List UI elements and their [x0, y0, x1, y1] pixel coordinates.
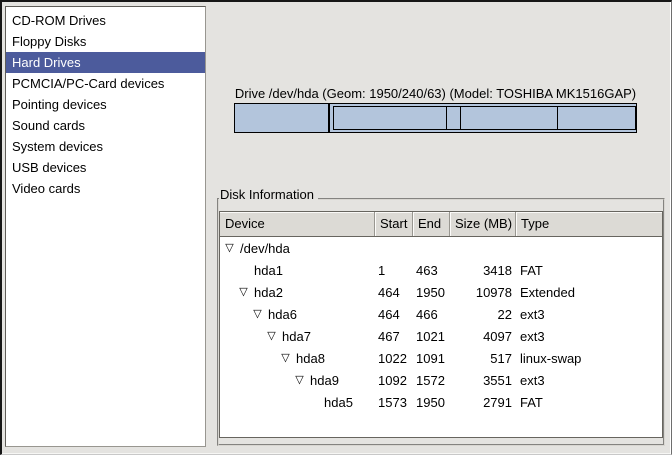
device-name: /dev/hda	[240, 241, 290, 256]
disk-table-body: ▽ /dev/hda ▽ hda1 1 463 3418 FAT ▽ hda2 …	[220, 237, 662, 413]
partition-segment-hda8	[447, 107, 461, 129]
end-cell: 1950	[413, 285, 450, 300]
disk-table-row-dev-hda[interactable]: ▽ /dev/hda	[220, 237, 662, 259]
device-cell: ▽ /dev/hda	[220, 241, 375, 256]
column-header-end[interactable]: End	[413, 212, 450, 236]
partition-segment-hda1	[235, 104, 330, 132]
type-cell: Extended	[516, 285, 662, 300]
sidebar-item-hard-drives[interactable]: Hard Drives	[6, 52, 205, 73]
device-name: hda1	[254, 263, 283, 278]
partition-segment-hda5	[558, 107, 635, 129]
sidebar-item-label: System devices	[12, 139, 103, 154]
end-cell: 463	[413, 263, 450, 278]
start-cell: 1022	[375, 351, 413, 366]
type-cell: ext3	[516, 307, 662, 322]
disk-table-row-hda6[interactable]: ▽ hda6 464 466 22 ext3	[220, 303, 662, 325]
disk-information-frame: Disk Information Device Start End Size (…	[217, 198, 665, 446]
device-name: hda8	[296, 351, 325, 366]
expander-icon[interactable]: ▽	[280, 353, 291, 364]
start-cell: 464	[375, 285, 413, 300]
sidebar-item-label: Video cards	[12, 181, 80, 196]
expander-icon[interactable]: ▽	[266, 331, 277, 342]
hardware-browser-window: CD-ROM Drives Floppy Disks Hard Drives P…	[0, 0, 672, 455]
sidebar-item-label: USB devices	[12, 160, 86, 175]
size-cell: 10978	[450, 285, 516, 300]
expander-icon[interactable]: ▽	[252, 309, 263, 320]
device-name: hda6	[268, 307, 297, 322]
device-name: hda9	[310, 373, 339, 388]
column-header-type[interactable]: Type	[516, 212, 662, 236]
end-cell: 466	[413, 307, 450, 322]
size-cell: 4097	[450, 329, 516, 344]
partition-segment-hda9	[461, 107, 558, 129]
disk-table-row-hda8[interactable]: ▽ hda8 1022 1091 517 linux-swap	[220, 347, 662, 369]
disk-table-row-hda5[interactable]: ▽ hda5 1573 1950 2791 FAT	[220, 391, 662, 413]
size-cell: 22	[450, 307, 516, 322]
end-cell: 1950	[413, 395, 450, 410]
sidebar-item-usb-devices[interactable]: USB devices	[6, 157, 205, 178]
type-cell: FAT	[516, 395, 662, 410]
disk-table: Device Start End Size (MB) Type ▽ /dev/h…	[219, 211, 663, 438]
sidebar-item-cd-rom-drives[interactable]: CD-ROM Drives	[6, 10, 205, 31]
expander-icon[interactable]: ▽	[294, 375, 305, 386]
start-cell: 1	[375, 263, 413, 278]
type-cell: ext3	[516, 373, 662, 388]
sidebar-item-label: PCMCIA/PC-Card devices	[12, 76, 164, 91]
sidebar-item-label: Hard Drives	[12, 55, 81, 70]
type-cell: linux-swap	[516, 351, 662, 366]
sidebar-item-system-devices[interactable]: System devices	[6, 136, 205, 157]
disk-table-row-hda7[interactable]: ▽ hda7 467 1021 4097 ext3	[220, 325, 662, 347]
sidebar-item-label: Floppy Disks	[12, 34, 86, 49]
start-cell: 464	[375, 307, 413, 322]
device-cell: ▽ hda1	[220, 263, 375, 278]
device-cell: ▽ hda8	[220, 351, 375, 366]
logical-partitions	[333, 106, 636, 130]
sidebar-item-pointing-devices[interactable]: Pointing devices	[6, 94, 205, 115]
end-cell: 1091	[413, 351, 450, 366]
device-cell: ▽ hda9	[220, 373, 375, 388]
partition-segment-hda2	[330, 104, 636, 132]
column-header-start[interactable]: Start	[375, 212, 413, 236]
sidebar-item-video-cards[interactable]: Video cards	[6, 178, 205, 199]
drive-title: Drive /dev/hda (Geom: 1950/240/63) (Mode…	[234, 86, 637, 101]
partition-bar	[234, 103, 637, 133]
device-name: hda7	[282, 329, 311, 344]
type-cell: ext3	[516, 329, 662, 344]
size-cell: 517	[450, 351, 516, 366]
device-name: hda5	[324, 395, 353, 410]
type-cell: FAT	[516, 263, 662, 278]
partition-segment-hda7	[334, 107, 447, 129]
end-cell: 1021	[413, 329, 450, 344]
size-cell: 3551	[450, 373, 516, 388]
disk-table-header: Device Start End Size (MB) Type	[220, 212, 662, 237]
expander-icon[interactable]: ▽	[224, 243, 235, 254]
device-name: hda2	[254, 285, 283, 300]
sidebar-item-label: Pointing devices	[12, 97, 107, 112]
start-cell: 467	[375, 329, 413, 344]
column-header-size[interactable]: Size (MB)	[450, 212, 516, 236]
sidebar-item-floppy-disks[interactable]: Floppy Disks	[6, 31, 205, 52]
device-cell: ▽ hda7	[220, 329, 375, 344]
start-cell: 1092	[375, 373, 413, 388]
disk-table-row-hda9[interactable]: ▽ hda9 1092 1572 3551 ext3	[220, 369, 662, 391]
end-cell: 1572	[413, 373, 450, 388]
device-cell: ▽ hda5	[220, 395, 375, 410]
sidebar-item-pcmcia-pc-card-devices[interactable]: PCMCIA/PC-Card devices	[6, 73, 205, 94]
disk-table-row-hda1[interactable]: ▽ hda1 1 463 3418 FAT	[220, 259, 662, 281]
size-cell: 2791	[450, 395, 516, 410]
sidebar-item-label: CD-ROM Drives	[12, 13, 106, 28]
device-cell: ▽ hda2	[220, 285, 375, 300]
size-cell: 3418	[450, 263, 516, 278]
disk-table-row-hda2[interactable]: ▽ hda2 464 1950 10978 Extended	[220, 281, 662, 303]
expander-icon[interactable]: ▽	[238, 287, 249, 298]
device-cell: ▽ hda6	[220, 307, 375, 322]
sidebar-item-label: Sound cards	[12, 118, 85, 133]
disk-information-label: Disk Information	[219, 188, 318, 202]
start-cell: 1573	[375, 395, 413, 410]
column-header-device[interactable]: Device	[220, 212, 375, 236]
device-category-list: CD-ROM Drives Floppy Disks Hard Drives P…	[5, 6, 206, 447]
sidebar-item-sound-cards[interactable]: Sound cards	[6, 115, 205, 136]
